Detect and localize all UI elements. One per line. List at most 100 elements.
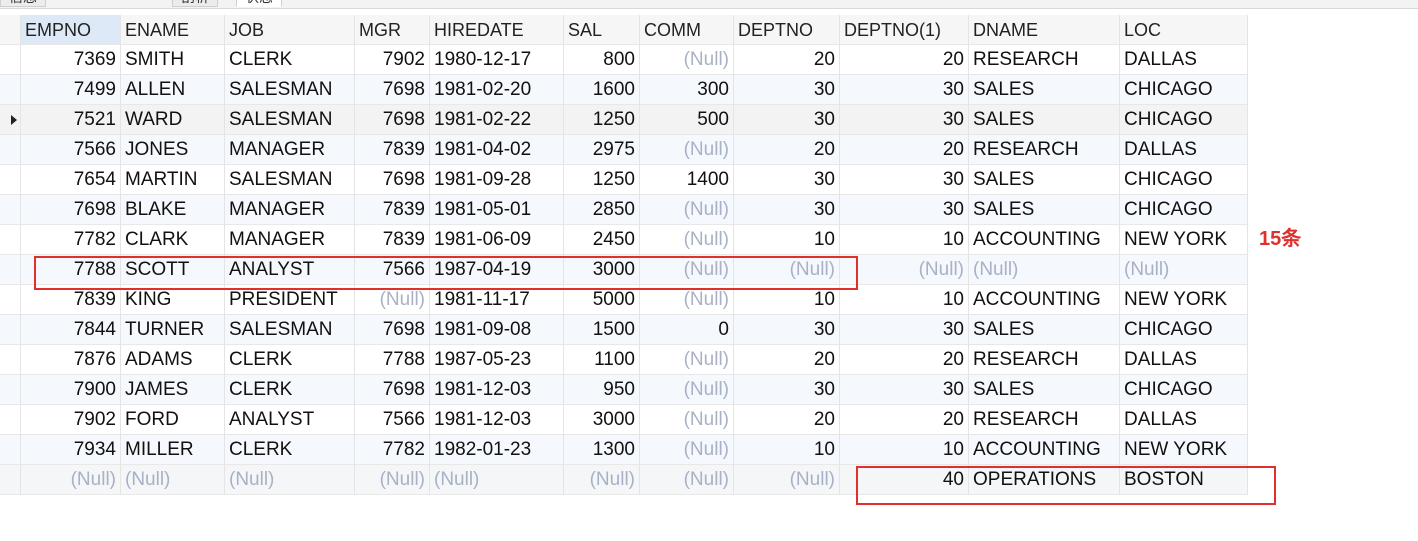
table-cell[interactable]: (Null) bbox=[640, 225, 734, 255]
table-cell[interactable]: (Null) bbox=[734, 465, 840, 495]
table-cell[interactable]: 30 bbox=[840, 315, 969, 345]
table-cell[interactable]: CLERK bbox=[225, 345, 355, 375]
column-header-loc[interactable]: LOC bbox=[1120, 15, 1248, 45]
table-cell[interactable]: 7698 bbox=[355, 375, 430, 405]
table-cell[interactable]: 10 bbox=[840, 435, 969, 465]
table-cell[interactable]: 1600 bbox=[564, 75, 640, 105]
column-header-hiredate[interactable]: HIREDATE bbox=[430, 15, 564, 45]
table-cell[interactable]: 7698 bbox=[355, 105, 430, 135]
table-cell[interactable]: (Null) bbox=[564, 465, 640, 495]
table-cell[interactable]: (Null) bbox=[840, 255, 969, 285]
table-row[interactable]: 7934 MILLER CLERK 7782 1982-01-23 1300 (Null) 1… bbox=[0, 435, 1248, 465]
table-cell[interactable]: 20 bbox=[734, 405, 840, 435]
table-cell[interactable]: CHICAGO bbox=[1120, 165, 1248, 195]
table-cell[interactable]: 7788 bbox=[355, 345, 430, 375]
table-cell[interactable]: 30 bbox=[840, 75, 969, 105]
table-cell[interactable]: CLERK bbox=[225, 45, 355, 75]
table-cell[interactable]: 7499 bbox=[21, 75, 121, 105]
table-cell[interactable]: 7902 bbox=[21, 405, 121, 435]
table-cell[interactable]: 10 bbox=[734, 435, 840, 465]
table-cell[interactable]: (Null) bbox=[355, 465, 430, 495]
table-cell[interactable]: DALLAS bbox=[1120, 345, 1248, 375]
table-cell[interactable]: SALESMAN bbox=[225, 165, 355, 195]
table-cell[interactable]: 30 bbox=[734, 315, 840, 345]
table-cell[interactable]: 500 bbox=[640, 105, 734, 135]
table-cell[interactable]: 1250 bbox=[564, 165, 640, 195]
table-cell[interactable]: CHICAGO bbox=[1120, 375, 1248, 405]
table-cell[interactable]: ANALYST bbox=[225, 405, 355, 435]
table-cell[interactable]: 20 bbox=[734, 135, 840, 165]
table-cell[interactable]: 30 bbox=[840, 165, 969, 195]
table-cell[interactable]: 7839 bbox=[355, 195, 430, 225]
row-indicator[interactable] bbox=[0, 255, 21, 285]
column-header-dname[interactable]: DNAME bbox=[969, 15, 1120, 45]
table-row[interactable]: 7902 FORD ANALYST 7566 1981-12-03 3000 (Null) 2… bbox=[0, 405, 1248, 435]
table-cell[interactable]: NEW YORK bbox=[1120, 285, 1248, 315]
table-cell[interactable]: 1300 bbox=[564, 435, 640, 465]
table-cell[interactable]: 7369 bbox=[21, 45, 121, 75]
tab-info[interactable]: 信息 bbox=[0, 0, 46, 7]
table-cell[interactable]: 20 bbox=[840, 135, 969, 165]
table-cell[interactable]: 7654 bbox=[21, 165, 121, 195]
table-cell[interactable]: 20 bbox=[840, 45, 969, 75]
table-cell[interactable]: NEW YORK bbox=[1120, 225, 1248, 255]
table-cell[interactable]: MARTIN bbox=[121, 165, 225, 195]
table-cell[interactable]: 20 bbox=[840, 405, 969, 435]
table-cell[interactable]: 1100 bbox=[564, 345, 640, 375]
table-cell[interactable]: 30 bbox=[840, 195, 969, 225]
table-cell[interactable]: 30 bbox=[840, 375, 969, 405]
row-indicator[interactable] bbox=[0, 345, 21, 375]
table-cell[interactable]: 30 bbox=[734, 165, 840, 195]
table-cell[interactable]: (Null) bbox=[640, 465, 734, 495]
table-cell[interactable]: ACCOUNTING bbox=[969, 225, 1120, 255]
table-cell[interactable]: (Null) bbox=[640, 135, 734, 165]
table-cell[interactable]: RESEARCH bbox=[969, 345, 1120, 375]
table-cell[interactable]: 7900 bbox=[21, 375, 121, 405]
column-header-deptno-1[interactable]: DEPTNO(1) bbox=[840, 15, 969, 45]
row-indicator[interactable] bbox=[0, 75, 21, 105]
table-cell[interactable]: 2450 bbox=[564, 225, 640, 255]
table-cell[interactable]: 30 bbox=[734, 195, 840, 225]
table-cell[interactable]: (Null) bbox=[640, 45, 734, 75]
table-cell[interactable]: 1981-02-22 bbox=[430, 105, 564, 135]
table-cell[interactable]: MILLER bbox=[121, 435, 225, 465]
table-cell[interactable]: CHICAGO bbox=[1120, 75, 1248, 105]
table-cell[interactable]: (Null) bbox=[640, 405, 734, 435]
table-cell[interactable]: 1500 bbox=[564, 315, 640, 345]
table-cell[interactable]: CLARK bbox=[121, 225, 225, 255]
column-header-comm[interactable]: COMM bbox=[640, 15, 734, 45]
table-cell[interactable]: 1250 bbox=[564, 105, 640, 135]
table-cell[interactable]: 10 bbox=[840, 285, 969, 315]
table-cell[interactable]: CLERK bbox=[225, 435, 355, 465]
table-cell[interactable]: BLAKE bbox=[121, 195, 225, 225]
table-row[interactable]: 7499 ALLEN SALESMAN 7698 1981-02-20 1600 300 30… bbox=[0, 75, 1248, 105]
table-cell[interactable]: 2850 bbox=[564, 195, 640, 225]
table-row[interactable]: 7369 SMITH CLERK 7902 1980-12-17 800 (Null) 20 2… bbox=[0, 45, 1248, 75]
table-cell[interactable]: 20 bbox=[734, 345, 840, 375]
table-cell[interactable]: SALES bbox=[969, 195, 1120, 225]
table-cell[interactable]: 30 bbox=[734, 105, 840, 135]
table-cell[interactable]: 7934 bbox=[21, 435, 121, 465]
table-cell[interactable]: 7902 bbox=[355, 45, 430, 75]
table-cell[interactable]: 1987-05-23 bbox=[430, 345, 564, 375]
table-cell[interactable]: 10 bbox=[734, 225, 840, 255]
row-indicator[interactable] bbox=[0, 45, 21, 75]
table-cell[interactable]: 1400 bbox=[640, 165, 734, 195]
row-indicator[interactable] bbox=[0, 435, 21, 465]
table-cell[interactable]: 10 bbox=[840, 225, 969, 255]
column-header-empno[interactable]: EMPNO bbox=[21, 15, 121, 45]
table-row[interactable]: 7876 ADAMS CLERK 7788 1987-05-23 1100 (Null) 20… bbox=[0, 345, 1248, 375]
table-cell[interactable]: ACCOUNTING bbox=[969, 285, 1120, 315]
row-indicator[interactable] bbox=[0, 315, 21, 345]
table-cell[interactable]: DALLAS bbox=[1120, 45, 1248, 75]
table-cell[interactable]: 1981-12-03 bbox=[430, 375, 564, 405]
table-cell[interactable]: FORD bbox=[121, 405, 225, 435]
table-cell[interactable]: (Null) bbox=[640, 435, 734, 465]
table-cell[interactable]: 1981-12-03 bbox=[430, 405, 564, 435]
table-cell[interactable]: JONES bbox=[121, 135, 225, 165]
table-row[interactable]: 7566 JONES MANAGER 7839 1981-04-02 2975 (Null)… bbox=[0, 135, 1248, 165]
table-cell[interactable]: ADAMS bbox=[121, 345, 225, 375]
table-cell[interactable]: 7844 bbox=[21, 315, 121, 345]
table-cell[interactable]: (Null) bbox=[21, 465, 121, 495]
table-cell[interactable]: 20 bbox=[840, 345, 969, 375]
